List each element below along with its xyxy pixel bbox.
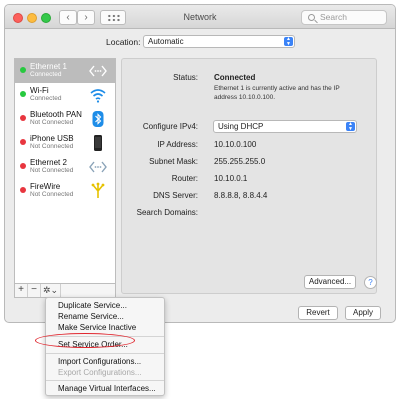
status-value: Connected (214, 73, 256, 82)
gear-icon: ✲⌄ (42, 285, 59, 295)
service-toolbar: + − ✲⌄ (14, 284, 116, 298)
wifi-icon (90, 89, 106, 103)
service-status: Connected (30, 95, 62, 102)
menu-separator (46, 353, 164, 354)
configure-ipv4-label: Configure IPv4: (142, 122, 198, 131)
service-ethernet-1[interactable]: Ethernet 1 Connected (15, 59, 115, 83)
search-icon (308, 14, 315, 21)
dns-server-label: DNS Server: (153, 191, 198, 200)
configure-ipv4-popup[interactable]: Using DHCP ▲ ▼ (213, 120, 357, 133)
location-label: Location: (106, 37, 141, 47)
status-note: Ethernet 1 is currently active and has t… (214, 85, 340, 101)
remove-service-button[interactable]: − (28, 284, 41, 297)
apply-button[interactable]: Apply (345, 306, 381, 320)
service-ethernet-2[interactable]: Ethernet 2 Not Connected (15, 155, 115, 179)
service-status: Not Connected (30, 143, 74, 150)
location-popup[interactable]: Automatic ▲ ▼ (143, 35, 295, 48)
router-value: 10.10.0.1 (214, 174, 248, 183)
ethernet-icon (89, 65, 107, 77)
status-dot (20, 187, 26, 193)
search-placeholder: Search (320, 12, 347, 22)
service-name: FireWire (30, 182, 61, 191)
service-firewire[interactable]: FireWire Not Connected (15, 179, 115, 203)
status-dot (20, 139, 26, 145)
menu-item-manage-virtual-interfaces[interactable]: Manage Virtual Interfaces... (58, 384, 156, 393)
menu-separator (46, 380, 164, 381)
service-wifi[interactable]: Wi-Fi Connected (15, 83, 115, 107)
ip-address-value: 10.10.0.100 (214, 140, 257, 149)
iphone-icon (94, 135, 102, 151)
status-label: Status: (173, 73, 198, 82)
status-dot (20, 91, 26, 97)
dns-server-value: 8.8.8.8, 8.8.4.4 (214, 191, 268, 200)
status-dot (20, 67, 26, 73)
bluetooth-icon (92, 111, 104, 127)
firewire-icon (91, 182, 105, 198)
service-name: Ethernet 1 (30, 62, 67, 71)
service-status: Connected (30, 71, 62, 78)
menu-item-import-configurations[interactable]: Import Configurations... (58, 357, 141, 366)
search-field[interactable]: Search (301, 10, 387, 25)
location-value: Automatic (148, 37, 184, 46)
advanced-button[interactable]: Advanced... (304, 275, 356, 289)
subnet-mask-label: Subnet Mask: (149, 157, 198, 166)
highlight-annotation (35, 333, 135, 348)
popup-arrows-icon: ▲ ▼ (284, 37, 293, 46)
menu-item-export-configurations: Export Configurations... (58, 368, 142, 377)
menu-item-rename-service[interactable]: Rename Service... (58, 312, 124, 321)
service-iphone-usb[interactable]: iPhone USB Not Connected (15, 131, 115, 155)
service-bluetooth-pan[interactable]: Bluetooth PAN Not Connected (15, 107, 115, 131)
help-button[interactable]: ? (364, 276, 377, 289)
service-status: Not Connected (30, 191, 74, 198)
add-service-button[interactable]: + (15, 284, 28, 297)
ethernet-icon (89, 161, 107, 173)
menu-item-make-service-inactive[interactable]: Make Service Inactive (58, 323, 136, 332)
status-dot (20, 115, 26, 121)
service-status: Not Connected (30, 119, 74, 126)
service-name: Bluetooth PAN (30, 110, 82, 119)
gear-menu-button[interactable]: ✲⌄ (41, 284, 61, 297)
search-domains-label: Search Domains: (136, 208, 198, 217)
revert-button[interactable]: Revert (298, 306, 338, 320)
service-name: iPhone USB (30, 134, 74, 143)
popup-arrows-icon: ▲ ▼ (346, 122, 355, 131)
status-dot (20, 163, 26, 169)
service-name: Ethernet 2 (30, 158, 67, 167)
configure-ipv4-value: Using DHCP (218, 122, 264, 131)
service-list: Ethernet 1 Connected Wi-Fi Connected Blu… (14, 58, 116, 284)
menu-item-duplicate-service[interactable]: Duplicate Service... (58, 301, 127, 310)
service-status: Not Connected (30, 167, 74, 174)
service-name: Wi-Fi (30, 86, 49, 95)
router-label: Router: (171, 174, 198, 183)
ip-address-label: IP Address: (157, 140, 198, 149)
title-bar: ‹ › Network Search (5, 5, 395, 29)
subnet-mask-value: 255.255.255.0 (214, 157, 266, 166)
